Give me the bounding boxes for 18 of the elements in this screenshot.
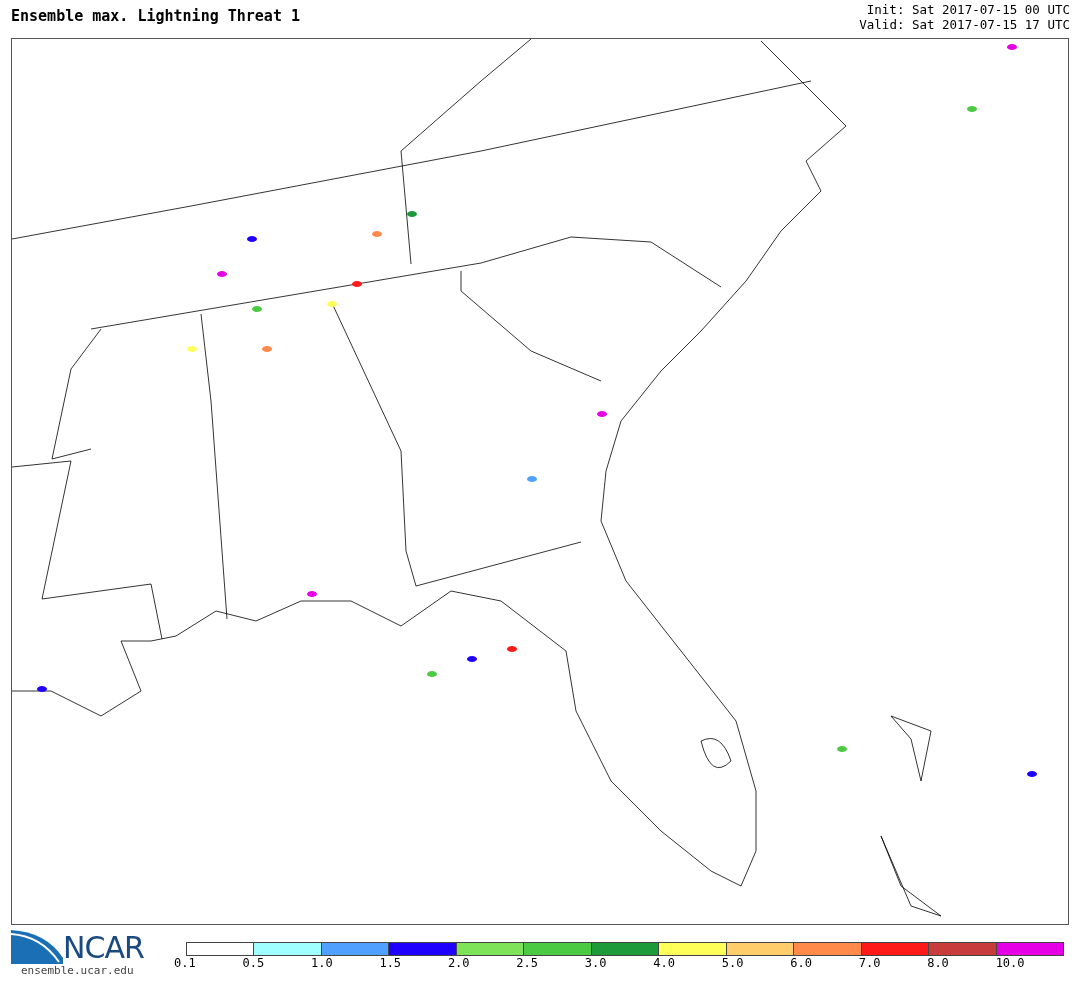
init-time: Init: Sat 2017-07-15 00 UTC (865, 2, 1070, 17)
scale-label: 3.0 (584, 956, 607, 970)
scale-label: 1.5 (379, 956, 402, 970)
scale-label: 1.0 (310, 956, 333, 970)
scale-label: 6.0 (790, 956, 812, 970)
swoosh-icon (11, 928, 63, 964)
scale-label: 2.5 (516, 956, 539, 970)
scale-label: 10.0 (995, 956, 1025, 970)
valid-time: Valid: Sat 2017-07-15 17 UTC (859, 17, 1070, 32)
scale-label: 7.0 (858, 956, 881, 970)
scale-label: 0.1 (174, 956, 196, 970)
map-title: Ensemble max. Lightning Threat 1 (11, 7, 300, 25)
scale-label: 0.5 (242, 956, 265, 970)
scale-label: 2.0 (447, 956, 470, 970)
scale-label: 4.0 (653, 956, 675, 970)
scale-label: 5.0 (721, 956, 744, 970)
logo-text: NCAR (63, 932, 144, 964)
scale-label: 8.0 (927, 956, 949, 970)
